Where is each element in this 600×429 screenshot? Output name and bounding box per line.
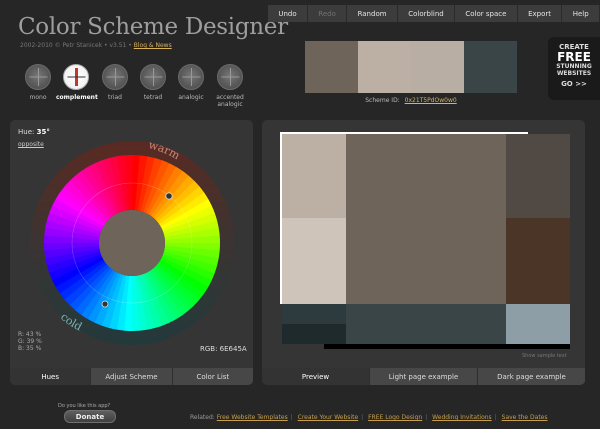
preview-bottom-middle bbox=[346, 304, 506, 344]
scheme-id-link[interactable]: 0x21T5PdOw0w0 bbox=[405, 97, 457, 104]
mono-dial-icon bbox=[25, 64, 51, 90]
related-links: Related: Free Website Templates | Create … bbox=[190, 414, 548, 421]
primary-hue-handle[interactable] bbox=[165, 192, 173, 200]
swatch-primary[interactable] bbox=[305, 41, 358, 93]
tetrad-dial-icon bbox=[140, 64, 166, 90]
scheme-type-label: triad bbox=[108, 94, 122, 101]
scheme-type-triad[interactable]: triad bbox=[95, 64, 135, 101]
hue-value: 35° bbox=[36, 128, 50, 136]
donate-question: Do you like this app? bbox=[58, 403, 111, 409]
rgb-percentages: R: 43 % G: 39 % B: 35 % bbox=[18, 331, 42, 352]
red-percent: R: 43 % bbox=[18, 331, 42, 338]
related-link[interactable]: FREE Logo Design bbox=[368, 414, 422, 421]
scheme-type-mono[interactable]: mono bbox=[18, 64, 58, 101]
tab-color-list[interactable]: Color List bbox=[171, 368, 253, 385]
complement-dial-icon bbox=[63, 64, 89, 90]
accented-analogic-dial-icon bbox=[217, 64, 243, 90]
promo-go: GO >> bbox=[561, 80, 587, 88]
preview-bottom-left bbox=[282, 304, 346, 324]
promo-line: STUNNING WEBSITES bbox=[556, 63, 592, 77]
green-percent: G: 39 % bbox=[18, 338, 42, 345]
scheme-id-label: Scheme ID: bbox=[365, 97, 400, 104]
scheme-preview bbox=[280, 132, 570, 349]
color-wheel[interactable]: warm cold bbox=[20, 128, 245, 358]
app-title: Color Scheme Designer bbox=[18, 14, 288, 40]
tab-preview[interactable]: Preview bbox=[262, 368, 369, 385]
triad-dial-icon bbox=[102, 64, 128, 90]
show-sample-text-toggle[interactable]: Show sample text bbox=[522, 353, 567, 359]
menu-colorblind[interactable]: Colorblind bbox=[398, 5, 456, 22]
promo-banner[interactable]: CREATE FREE STUNNING WEBSITES GO >> bbox=[548, 37, 600, 100]
related-link[interactable]: Save the Dates bbox=[502, 414, 548, 421]
scheme-swatches bbox=[305, 41, 517, 93]
related-link[interactable]: Create Your Website bbox=[298, 414, 358, 421]
rgb-hex: RGB: 6E645A bbox=[200, 345, 247, 353]
scheme-type-accented-analogic[interactable]: accented analogic bbox=[210, 64, 250, 108]
wheel-center-swatch bbox=[99, 210, 165, 276]
right-tab-bar: Preview Light page example Dark page exa… bbox=[262, 368, 585, 385]
preview-main-block bbox=[346, 134, 506, 304]
related-label: Related: bbox=[190, 414, 215, 421]
scheme-type-tetrad[interactable]: tetrad bbox=[133, 64, 173, 101]
related-link[interactable]: Free Website Templates bbox=[217, 414, 288, 421]
credits-text: 2002-2010 © Petr Stanicek • v3.51 • bbox=[20, 42, 132, 49]
menu-undo[interactable]: Undo bbox=[268, 5, 308, 22]
hue-readout: Hue: 35° bbox=[18, 128, 50, 136]
tab-light-page-example[interactable]: Light page example bbox=[369, 368, 477, 385]
menu-bar: Undo Redo Random Colorblind Color space … bbox=[268, 5, 600, 22]
hue-panel: warm cold Hue: 35° opposite R: 43 % G: 3… bbox=[10, 120, 253, 385]
menu-redo[interactable]: Redo bbox=[308, 5, 348, 22]
tab-adjust-scheme[interactable]: Adjust Scheme bbox=[90, 368, 172, 385]
tab-dark-page-example[interactable]: Dark page example bbox=[477, 368, 585, 385]
swatch-complement[interactable] bbox=[464, 41, 517, 93]
blog-news-link[interactable]: Blog & News bbox=[134, 42, 172, 49]
scheme-type-analogic[interactable]: analogic bbox=[171, 64, 211, 101]
related-link[interactable]: Wedding Invitations bbox=[432, 414, 492, 421]
swatch-secondary-a[interactable] bbox=[358, 41, 411, 93]
hue-label: Hue: bbox=[18, 128, 35, 136]
scheme-type-label: analogic bbox=[178, 94, 204, 101]
preview-panel: Show sample text Preview Light page exam… bbox=[262, 120, 585, 385]
blue-percent: B: 35 % bbox=[18, 345, 42, 352]
preview-side-top bbox=[506, 134, 570, 218]
scheme-type-label: mono bbox=[29, 94, 47, 101]
menu-random[interactable]: Random bbox=[347, 5, 398, 22]
scheme-type-complement[interactable]: complement bbox=[56, 64, 98, 101]
promo-line: FREE bbox=[557, 50, 591, 64]
preview-side-middle bbox=[506, 218, 570, 304]
scheme-type-label: complement bbox=[56, 94, 98, 101]
analogic-dial-icon bbox=[178, 64, 204, 90]
scheme-type-label: tetrad bbox=[143, 94, 163, 101]
menu-export[interactable]: Export bbox=[518, 5, 563, 22]
swatch-secondary-b[interactable] bbox=[411, 41, 464, 93]
scheme-id: Scheme ID: 0x21T5PdOw0w0 bbox=[305, 97, 517, 104]
left-tab-bar: Hues Adjust Scheme Color List bbox=[10, 368, 253, 385]
credits: 2002-2010 © Petr Stanicek • v3.51 • Blog… bbox=[20, 42, 172, 49]
preview-bottom-right bbox=[506, 304, 570, 344]
preview-bottom-left-lower bbox=[282, 324, 346, 344]
preview-light-column-lower bbox=[282, 218, 346, 304]
menu-color-space[interactable]: Color space bbox=[455, 5, 518, 22]
complement-hue-handle[interactable] bbox=[101, 300, 109, 308]
opposite-link[interactable]: opposite bbox=[18, 141, 44, 148]
donate-button[interactable]: Donate bbox=[64, 410, 116, 423]
scheme-type-label: accented analogic bbox=[216, 94, 244, 108]
scheme-type-selector: mono complement triad tetrad analogic ac… bbox=[18, 64, 254, 114]
tab-hues[interactable]: Hues bbox=[10, 368, 91, 385]
menu-help[interactable]: Help bbox=[562, 5, 600, 22]
